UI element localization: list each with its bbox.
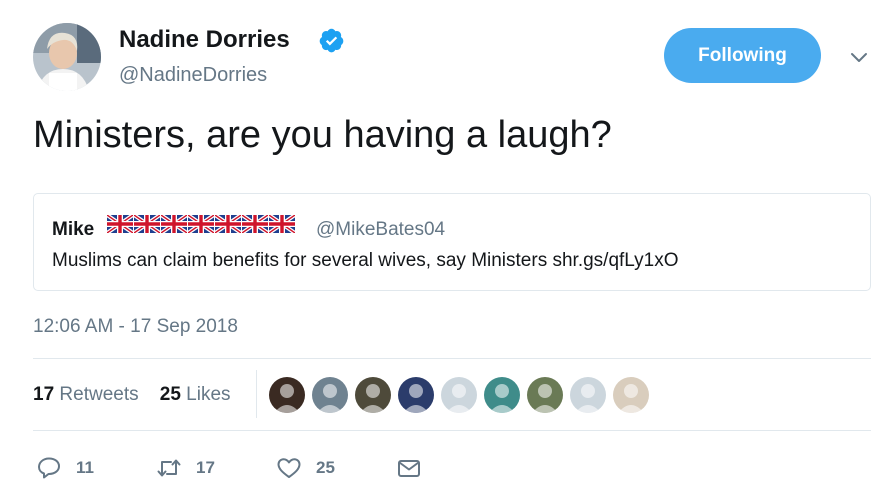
liker-avatar-1[interactable]: [269, 377, 305, 413]
liker-avatars: [269, 377, 649, 413]
reply-count: 11: [76, 458, 94, 477]
author-avatar[interactable]: [33, 23, 101, 91]
like-action[interactable]: 25: [276, 456, 335, 480]
divider: [33, 430, 871, 431]
retweets-label: Retweets: [59, 384, 139, 405]
uk-flag-icon: [107, 215, 133, 233]
like-count: 25: [316, 458, 335, 477]
liker-avatar-5[interactable]: [441, 377, 477, 413]
likes-count: 25: [159, 384, 181, 405]
retweet-icon: [157, 459, 181, 477]
heart-icon: [277, 458, 301, 478]
likes-stat[interactable]: 25 Likes: [160, 384, 231, 405]
tweet-stats: 17 Retweets 25 Likes: [33, 384, 231, 406]
reply-action[interactable]: 11: [36, 456, 94, 480]
quoted-author-name: Mike: [52, 219, 95, 240]
quoted-author-flags: [107, 215, 295, 233]
stats-separator: [256, 370, 257, 418]
following-button[interactable]: Following: [664, 28, 821, 83]
direct-message-action[interactable]: [396, 456, 422, 480]
liker-avatar-6[interactable]: [484, 377, 520, 413]
verified-badge-icon: [318, 27, 345, 54]
liker-avatar-8[interactable]: [570, 377, 606, 413]
chevron-down-icon[interactable]: [848, 46, 870, 68]
tweet-text: Ministers, are you having a laugh?: [33, 114, 612, 156]
uk-flag-icon: [242, 215, 268, 233]
retweets-count: 17: [33, 384, 55, 405]
uk-flag-icon: [134, 215, 160, 233]
liker-avatar-7[interactable]: [527, 377, 563, 413]
quoted-author-handle: @MikeBates04: [316, 219, 446, 240]
liker-avatar-4[interactable]: [398, 377, 434, 413]
uk-flag-icon: [188, 215, 214, 233]
author-name[interactable]: Nadine Dorries: [119, 26, 290, 54]
uk-flag-icon: [269, 215, 295, 233]
liker-avatar-3[interactable]: [355, 377, 391, 413]
retweet-action[interactable]: 17: [156, 456, 215, 480]
liker-avatar-2[interactable]: [312, 377, 348, 413]
uk-flag-icon: [215, 215, 241, 233]
divider: [33, 358, 871, 359]
reply-icon: [38, 457, 60, 479]
likes-label: Likes: [186, 384, 231, 405]
liker-avatar-9[interactable]: [613, 377, 649, 413]
envelope-icon: [398, 460, 420, 477]
retweets-stat[interactable]: 17 Retweets: [33, 384, 139, 405]
tweet-timestamp[interactable]: 12:06 AM - 17 Sep 2018: [33, 316, 238, 338]
quoted-tweet-card[interactable]: Mike @MikeBates04 Muslims can claim bene…: [33, 193, 871, 291]
retweet-count: 17: [196, 458, 215, 477]
quoted-tweet-text: Muslims can claim benefits for several w…: [52, 250, 679, 271]
uk-flag-icon: [161, 215, 187, 233]
author-handle[interactable]: @NadineDorries: [119, 64, 267, 87]
